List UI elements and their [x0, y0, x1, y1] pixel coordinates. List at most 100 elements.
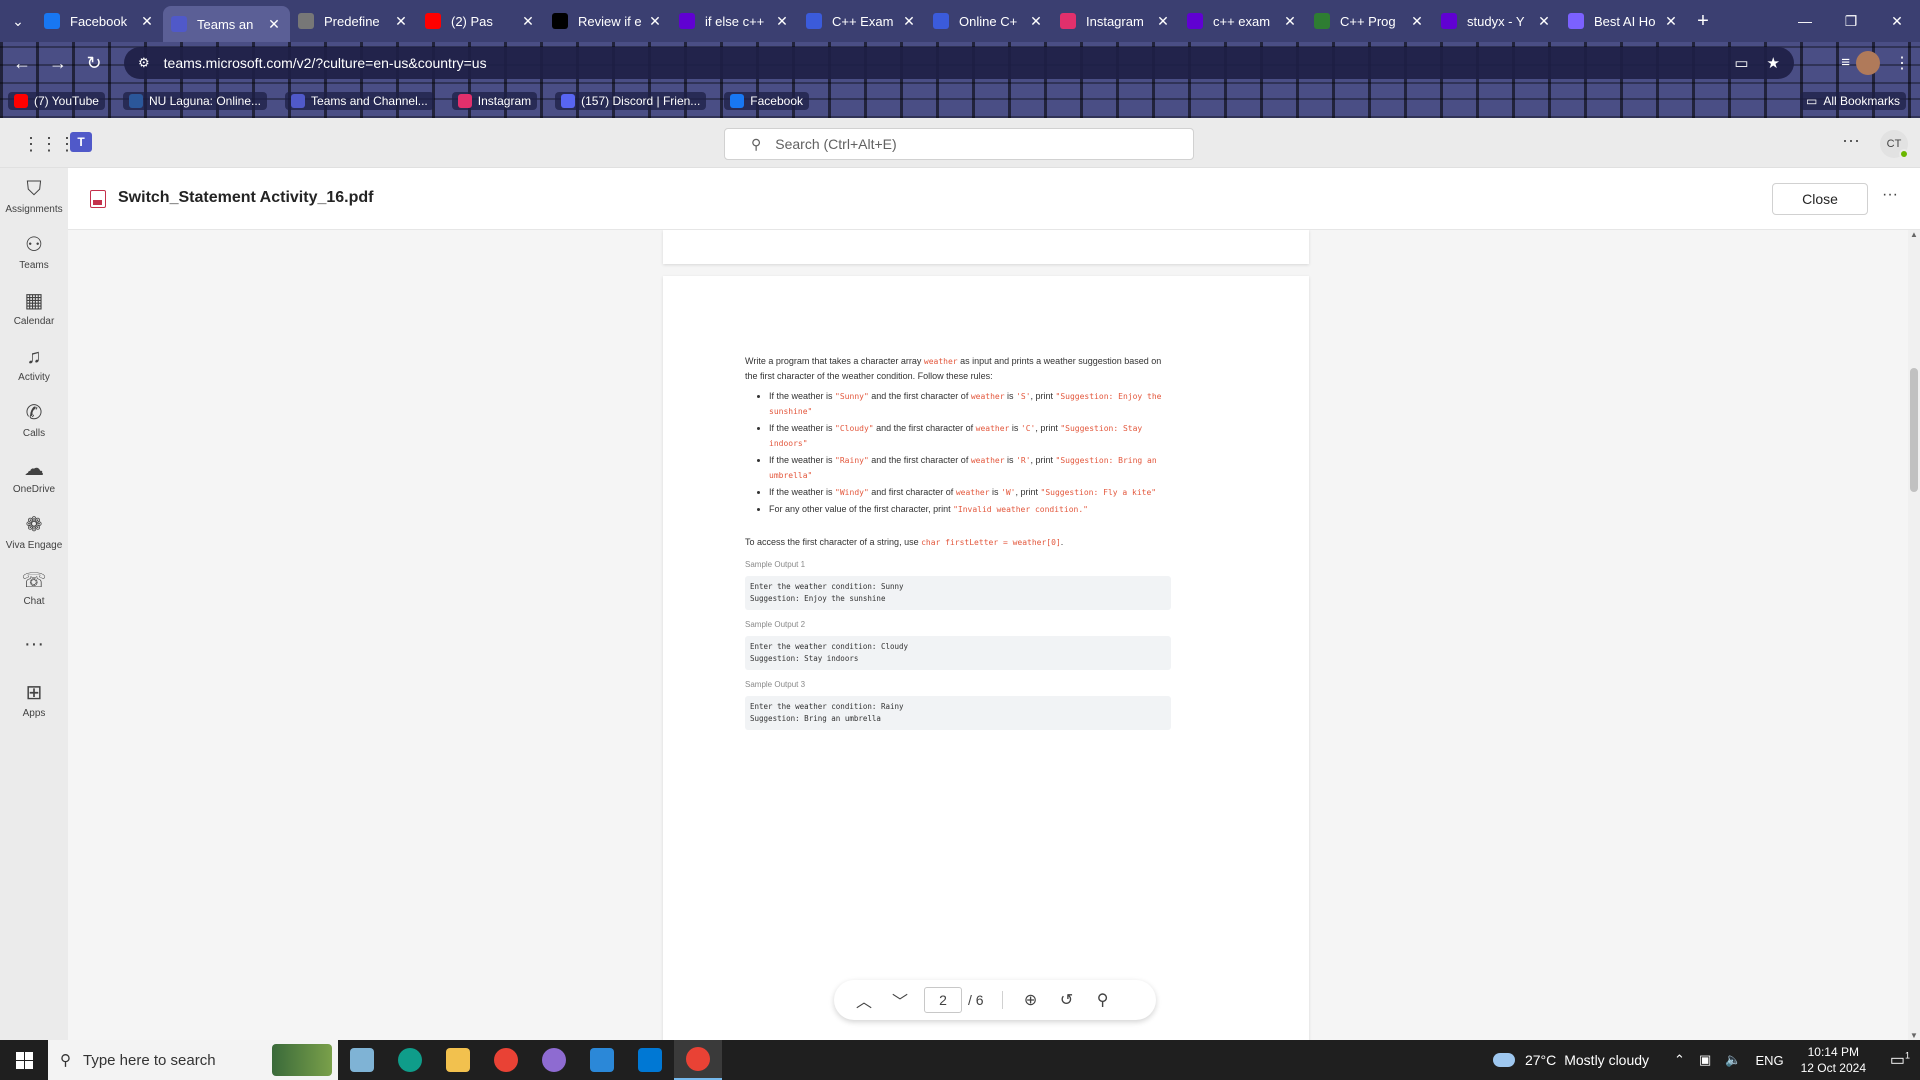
browser-tab[interactable]: C++ Prog ✕: [1306, 5, 1433, 37]
find-search-icon[interactable]: ⚲: [1085, 990, 1121, 1010]
taskbar-app-button[interactable]: [482, 1040, 530, 1080]
tab-search-list-icon[interactable]: ≡: [1841, 54, 1850, 71]
rail-item-calendar[interactable]: ▦ Calendar: [0, 280, 68, 336]
window-close-icon[interactable]: ✕: [1874, 0, 1920, 42]
back-arrow-icon[interactable]: ←: [4, 45, 40, 81]
rail-item-assignments[interactable]: ⛉ Assignments: [0, 168, 68, 224]
bookmark-star-icon[interactable]: ★: [1767, 54, 1780, 72]
meet-now-icon[interactable]: ▣: [1699, 1052, 1711, 1068]
pencil-icon: [933, 13, 949, 29]
all-bookmarks-button[interactable]: ▭ All Bookmarks: [1799, 92, 1906, 110]
tab-close-icon[interactable]: ✕: [1536, 13, 1552, 30]
rail-item-apps[interactable]: ⊞ Apps: [0, 672, 68, 728]
tab-title: c++ exam: [1213, 13, 1271, 29]
volume-icon[interactable]: 🔈: [1725, 1052, 1741, 1068]
settings-more-icon[interactable]: ···: [1842, 130, 1860, 151]
browser-tab[interactable]: Best AI Ho ✕: [1560, 5, 1687, 37]
weather-widget[interactable]: 27°C Mostly cloudy: [1492, 1052, 1649, 1068]
rail-item-calls[interactable]: ✆ Calls: [0, 392, 68, 448]
browser-tab[interactable]: C++ Exam ✕: [798, 5, 925, 37]
tab-close-icon[interactable]: ✕: [1028, 13, 1044, 30]
bookmark-item[interactable]: Instagram: [451, 92, 538, 110]
url-bar[interactable]: ⚙ teams.microsoft.com/v2/?culture=en-us&…: [124, 47, 1794, 79]
bookmark-label: Teams and Channel...: [311, 94, 428, 108]
taskbar-app-button[interactable]: [530, 1040, 578, 1080]
bookmark-item[interactable]: Facebook: [724, 92, 809, 110]
taskbar-app-button[interactable]: [578, 1040, 626, 1080]
taskbar-app-button[interactable]: [338, 1040, 386, 1080]
profile-avatar-icon[interactable]: [1856, 51, 1880, 75]
scrollbar-thumb[interactable]: [1910, 368, 1918, 492]
tab-close-icon[interactable]: ✕: [774, 13, 790, 30]
install-app-icon[interactable]: ▭: [1734, 54, 1748, 72]
show-hidden-icons-chevron-icon[interactable]: ⌃: [1674, 1052, 1685, 1068]
browser-tab[interactable]: (2) Pas ✕: [417, 5, 544, 37]
tab-close-icon[interactable]: ✕: [647, 13, 663, 30]
tab-close-icon[interactable]: ✕: [1663, 13, 1679, 30]
zoom-in-icon[interactable]: ⊕: [1013, 990, 1049, 1010]
sample-output-box: Enter the weather condition: Sunny Sugges…: [745, 576, 1171, 610]
bookmark-item[interactable]: (157) Discord | Frien...: [555, 92, 707, 110]
tab-close-icon[interactable]: ✕: [1282, 13, 1298, 30]
tab-close-icon[interactable]: ✕: [520, 13, 536, 30]
tab-search-chevron-icon[interactable]: ⌄: [0, 0, 36, 42]
intro-paragraph: Write a program that takes a character a…: [745, 354, 1171, 383]
sample-output-box: Enter the weather condition: Rainy Sugges…: [745, 696, 1171, 730]
tab-close-icon[interactable]: ✕: [901, 13, 917, 30]
minimize-icon[interactable]: —: [1782, 0, 1828, 42]
rail-item-viva-engage[interactable]: ❁ Viva Engage: [0, 504, 68, 560]
tab-close-icon[interactable]: ✕: [266, 16, 282, 33]
browser-tab[interactable]: Online C+ ✕: [925, 5, 1052, 37]
rail-item-onedrive[interactable]: ☁ OneDrive: [0, 448, 68, 504]
browser-tab[interactable]: if else c++ ✕: [671, 5, 798, 37]
taskbar-app-button[interactable]: [626, 1040, 674, 1080]
notification-center-icon[interactable]: ▭1: [1880, 1050, 1920, 1070]
tab-close-icon[interactable]: ✕: [1409, 13, 1425, 30]
site-info-icon[interactable]: ⚙: [138, 55, 150, 71]
taskbar-app-button[interactable]: [674, 1040, 722, 1080]
rule-text: is: [1004, 455, 1017, 465]
app-launcher-icon[interactable]: ⋮⋮⋮: [22, 134, 76, 155]
next-page-chevron-icon[interactable]: ﹀: [882, 988, 918, 1012]
forward-arrow-icon[interactable]: →: [40, 45, 76, 81]
browser-tab[interactable]: c++ exam ✕: [1179, 5, 1306, 37]
bookmark-item[interactable]: (7) YouTube: [8, 92, 105, 110]
taskbar-app-button[interactable]: [386, 1040, 434, 1080]
rail-item-more[interactable]: ···: [0, 616, 68, 672]
avatar[interactable]: CT: [1880, 130, 1909, 159]
browser-tab[interactable]: Predefine ✕: [290, 5, 417, 37]
browser-menu-icon[interactable]: ⋮: [1894, 53, 1910, 73]
bookmark-item[interactable]: NU Laguna: Online...: [122, 92, 268, 110]
taskbar-search-box[interactable]: ⚲ Type here to search: [48, 1040, 338, 1080]
teams-search-input[interactable]: ⚲ Search (Ctrl+Alt+E): [724, 128, 1194, 160]
new-tab-button[interactable]: +: [1687, 10, 1719, 33]
start-button[interactable]: [0, 1040, 48, 1080]
bookmark-item[interactable]: Teams and Channel...: [285, 92, 434, 110]
rule-text: and first character of: [868, 487, 956, 497]
restore-icon[interactable]: ❐: [1828, 0, 1874, 42]
rail-item-chat[interactable]: ☏ Chat: [0, 560, 68, 616]
rail-item-teams[interactable]: ⚇ Teams: [0, 224, 68, 280]
tab-close-icon[interactable]: ✕: [1155, 13, 1171, 30]
rail-item-activity[interactable]: ♫ Activity: [0, 336, 68, 392]
tab-close-icon[interactable]: ✕: [393, 13, 409, 30]
scroll-up-arrow-icon[interactable]: ▲: [1910, 230, 1918, 239]
browser-tab[interactable]: Instagram ✕: [1052, 5, 1179, 37]
taskbar-app-button[interactable]: [434, 1040, 482, 1080]
browser-tab[interactable]: studyx - Y ✕: [1433, 5, 1560, 37]
previous-page-chevron-icon[interactable]: ︿: [846, 988, 882, 1012]
page-number-input[interactable]: 2: [924, 987, 962, 1013]
reload-icon[interactable]: ↻: [76, 45, 112, 81]
vertical-scrollbar[interactable]: ▲ ▼: [1908, 230, 1920, 1040]
file-more-options-icon[interactable]: ···: [1882, 186, 1898, 204]
language-indicator[interactable]: ENG: [1755, 1053, 1783, 1068]
browser-tab[interactable]: Review if e ✕: [544, 5, 671, 37]
browser-tab[interactable]: Facebook ✕: [36, 5, 163, 37]
rotate-icon[interactable]: ↺: [1049, 990, 1085, 1010]
pdf-viewer[interactable]: Write a program that takes a character a…: [68, 230, 1920, 1040]
browser-tab[interactable]: Teams an ✕: [163, 6, 290, 42]
tab-close-icon[interactable]: ✕: [139, 13, 155, 30]
scroll-down-arrow-icon[interactable]: ▼: [1910, 1031, 1918, 1040]
close-button[interactable]: Close: [1772, 183, 1868, 215]
clock[interactable]: 10:14 PM 12 Oct 2024: [1801, 1044, 1866, 1076]
